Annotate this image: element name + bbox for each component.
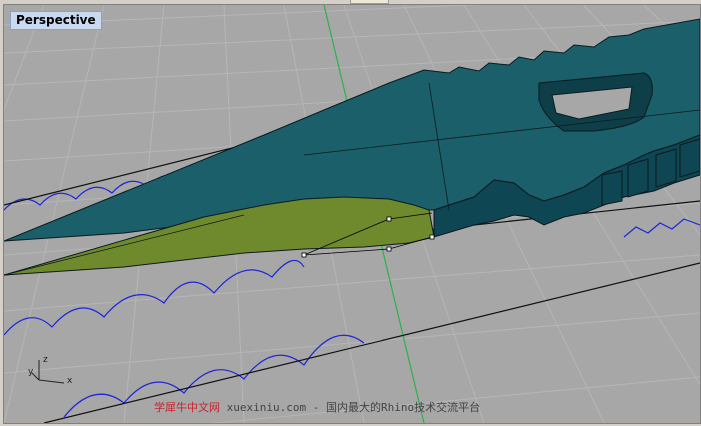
- viewport-canvas[interactable]: [4, 5, 700, 423]
- viewport-frame: Perspective z y x 学犀牛中文网 xuexiniu.com - …: [0, 0, 701, 426]
- axis-z-label: z: [43, 355, 48, 365]
- axis-x-label: x: [67, 376, 73, 386]
- watermark-dash: -: [312, 401, 320, 414]
- viewport-title[interactable]: Perspective: [10, 11, 102, 30]
- watermark-slogan: 国内最大的Rhino技术交流平台: [325, 401, 481, 414]
- perspective-viewport[interactable]: Perspective z y x 学犀牛中文网 xuexiniu.com - …: [3, 4, 701, 424]
- axis-y-label: y: [28, 367, 34, 377]
- watermark: 学犀牛中文网 xuexiniu.com - 国内最大的Rhino技术交流平台: [154, 399, 480, 415]
- watermark-brand: 学犀牛中文网: [154, 401, 220, 414]
- watermark-url: xuexiniu.com: [226, 401, 307, 414]
- axes-widget: [31, 360, 65, 384]
